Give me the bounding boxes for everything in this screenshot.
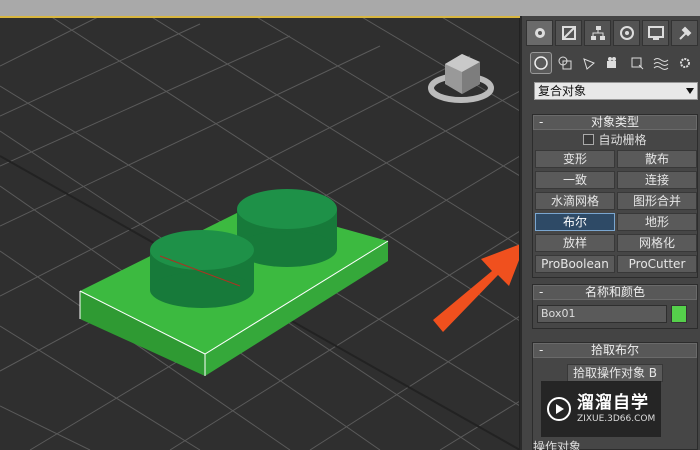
morph-button[interactable]: 变形 bbox=[535, 150, 615, 168]
lights-icon bbox=[583, 58, 595, 70]
collapse-icon: - bbox=[539, 343, 544, 357]
blobmesh-button[interactable]: 水滴网格 bbox=[535, 192, 615, 210]
terrain-button[interactable]: 地形 bbox=[617, 213, 697, 231]
helpers-icon bbox=[631, 57, 644, 70]
pick-boolean-header[interactable]: - 拾取布尔 bbox=[533, 343, 697, 358]
command-panel-tabs bbox=[526, 20, 698, 46]
create-subtabs bbox=[530, 52, 698, 76]
object-type-buttons: 变形 散布 一致 连接 水滴网格 图形合并 布尔 地形 放样 网格化 ProBo… bbox=[533, 148, 697, 277]
spacewarps-icon bbox=[653, 58, 669, 70]
motion-icon bbox=[619, 26, 634, 40]
motion-tab[interactable] bbox=[613, 20, 640, 46]
spacewarps-subtab[interactable] bbox=[650, 52, 672, 74]
hierarchy-tab[interactable] bbox=[584, 20, 611, 46]
lights-subtab[interactable] bbox=[578, 52, 600, 74]
watermark-title: 溜溜自学 bbox=[577, 393, 649, 413]
perspective-viewport[interactable] bbox=[0, 16, 520, 450]
systems-subtab[interactable] bbox=[674, 52, 696, 74]
collapse-icon: - bbox=[539, 285, 544, 299]
geometry-icon bbox=[534, 56, 548, 70]
name-color-title: 名称和颜色 bbox=[584, 285, 645, 299]
annotation-arrow bbox=[433, 244, 519, 332]
hierarchy-icon bbox=[590, 26, 605, 40]
mesher-button[interactable]: 网格化 bbox=[617, 234, 697, 252]
pick-operand-b-button[interactable]: 拾取操作对象 B bbox=[567, 364, 663, 382]
create-tab[interactable] bbox=[526, 20, 553, 46]
systems-icon bbox=[680, 58, 690, 68]
auto-grid-label: 自动栅格 bbox=[598, 132, 647, 147]
pick-boolean-title: 拾取布尔 bbox=[590, 343, 639, 357]
helpers-subtab[interactable] bbox=[626, 52, 648, 74]
display-tab[interactable] bbox=[642, 20, 669, 46]
object-color-swatch[interactable] bbox=[671, 305, 687, 323]
cameras-subtab[interactable] bbox=[602, 52, 624, 74]
dropdown-value: 复合对象 bbox=[538, 84, 587, 98]
watermark-text: 溜溜自学 ZIXUE.3D66.COM bbox=[577, 393, 655, 425]
name-color-rollout: - 名称和颜色 Box01 bbox=[532, 284, 698, 329]
procutter-button[interactable]: ProCutter bbox=[617, 255, 697, 273]
auto-grid-checkbox[interactable] bbox=[583, 133, 595, 145]
top-strip bbox=[0, 0, 700, 16]
collapse-icon: - bbox=[539, 115, 544, 129]
auto-grid-row[interactable]: 自动栅格 bbox=[533, 130, 697, 148]
operands-label: 操作对象 bbox=[533, 440, 582, 450]
connect-button[interactable]: 连接 bbox=[617, 171, 697, 189]
scatter-button[interactable]: 散布 bbox=[617, 150, 697, 168]
viewport-active-border bbox=[0, 16, 520, 18]
object-type-rollout: - 对象类型 自动栅格 变形 散布 一致 连接 水滴网格 图形合并 布尔 地形 … bbox=[532, 114, 698, 278]
loft-button[interactable]: 放样 bbox=[535, 234, 615, 252]
cameras-icon bbox=[607, 57, 616, 68]
display-icon bbox=[647, 26, 664, 40]
name-row: Box01 bbox=[533, 300, 697, 328]
geometry-subtab[interactable] bbox=[530, 52, 552, 74]
create-icon bbox=[534, 28, 545, 38]
utilities-tab[interactable] bbox=[671, 20, 698, 46]
viewcube[interactable] bbox=[428, 54, 494, 103]
watermark: 溜溜自学 ZIXUE.3D66.COM bbox=[541, 381, 661, 437]
viewport-scene bbox=[0, 16, 519, 450]
object-type-header[interactable]: - 对象类型 bbox=[533, 115, 697, 130]
boolean-button[interactable]: 布尔 bbox=[535, 213, 615, 231]
name-color-header[interactable]: - 名称和颜色 bbox=[533, 285, 697, 300]
chevron-down-icon bbox=[686, 88, 694, 94]
modify-tab[interactable] bbox=[555, 20, 582, 46]
shapemerge-button[interactable]: 图形合并 bbox=[617, 192, 697, 210]
utilities-icon bbox=[678, 26, 691, 40]
object-name-field[interactable]: Box01 bbox=[537, 305, 667, 323]
object-category-dropdown[interactable]: 复合对象 bbox=[534, 82, 698, 100]
object-type-title: 对象类型 bbox=[590, 115, 639, 129]
play-logo-icon bbox=[547, 397, 571, 421]
shapes-subtab[interactable] bbox=[554, 52, 576, 74]
watermark-url: ZIXUE.3D66.COM bbox=[577, 414, 656, 424]
proboolean-button[interactable]: ProBoolean bbox=[535, 255, 615, 273]
modify-icon bbox=[561, 26, 576, 40]
shapes-icon bbox=[558, 56, 572, 70]
cylinder-front[interactable] bbox=[150, 230, 254, 308]
conform-button[interactable]: 一致 bbox=[535, 171, 615, 189]
